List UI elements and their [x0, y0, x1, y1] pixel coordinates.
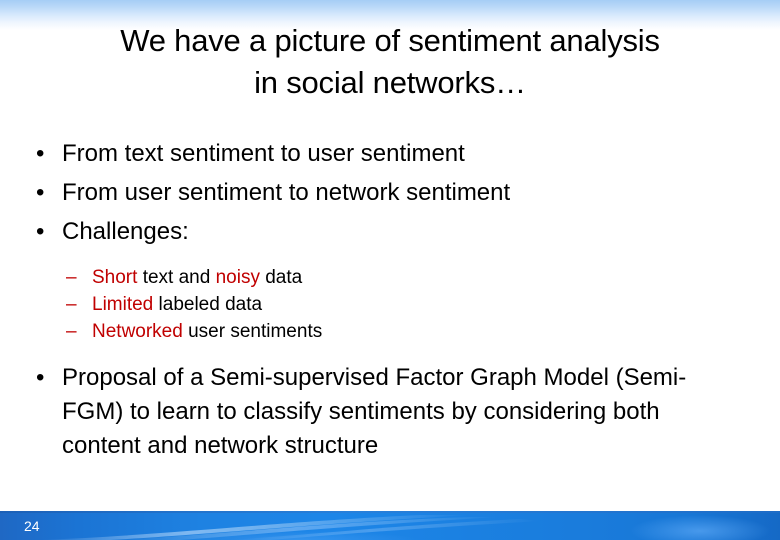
bullet-item-paragraph: • Proposal of a Semi-supervised Factor G…	[0, 361, 780, 463]
sub-bullet-tail: data	[259, 267, 303, 288]
sub-bullet-item: – Networked user sentiments	[0, 318, 780, 345]
bullet-item: • From user sentiment to network sentime…	[0, 173, 780, 212]
sub-bullet-group: – Short text and noisy data – Limited la…	[0, 264, 780, 345]
slide-body: • From text sentiment to user sentiment …	[0, 134, 780, 463]
bullet-text: Proposal of a Semi-supervised Factor Gra…	[62, 364, 687, 459]
presentation-slide: We have a picture of sentiment analysis …	[0, 0, 780, 540]
bullet-marker-icon: •	[36, 140, 45, 167]
sub-bullet-item: – Limited labeled data	[0, 291, 780, 318]
sub-bullet-text: text and	[137, 267, 216, 288]
dash-marker-icon: –	[66, 321, 77, 342]
bullet-text: Challenges:	[62, 218, 189, 245]
slide-title-line-2: in social networks…	[254, 65, 526, 100]
sub-bullet-highlight: Networked	[92, 321, 183, 342]
dash-marker-icon: –	[66, 267, 77, 288]
bullet-marker-icon: •	[36, 364, 45, 391]
slide-title-line-1: We have a picture of sentiment analysis	[120, 23, 660, 58]
bullet-text: From user sentiment to network sentiment	[62, 179, 511, 206]
bullet-marker-icon: •	[36, 218, 45, 245]
dash-marker-icon: –	[66, 294, 77, 315]
sub-bullet-highlight-2: noisy	[215, 267, 260, 288]
footer-blue-band	[0, 511, 780, 540]
bullet-item: • From text sentiment to user sentiment	[0, 134, 780, 173]
bullet-marker-icon: •	[36, 179, 45, 206]
slide-number: 24	[24, 518, 40, 534]
sub-bullet-highlight: Short	[92, 267, 138, 288]
sub-bullet-highlight: Limited	[92, 294, 154, 315]
footer-swoosh-decoration	[40, 515, 770, 540]
slide-title: We have a picture of sentiment analysis …	[18, 20, 762, 104]
sub-bullet-text: labeled data	[153, 294, 263, 315]
sub-bullet-text: user sentiments	[182, 321, 323, 342]
bullet-text: From text sentiment to user sentiment	[62, 140, 465, 167]
sub-bullet-item: – Short text and noisy data	[0, 264, 780, 291]
bullet-item: • Challenges:	[0, 212, 780, 251]
